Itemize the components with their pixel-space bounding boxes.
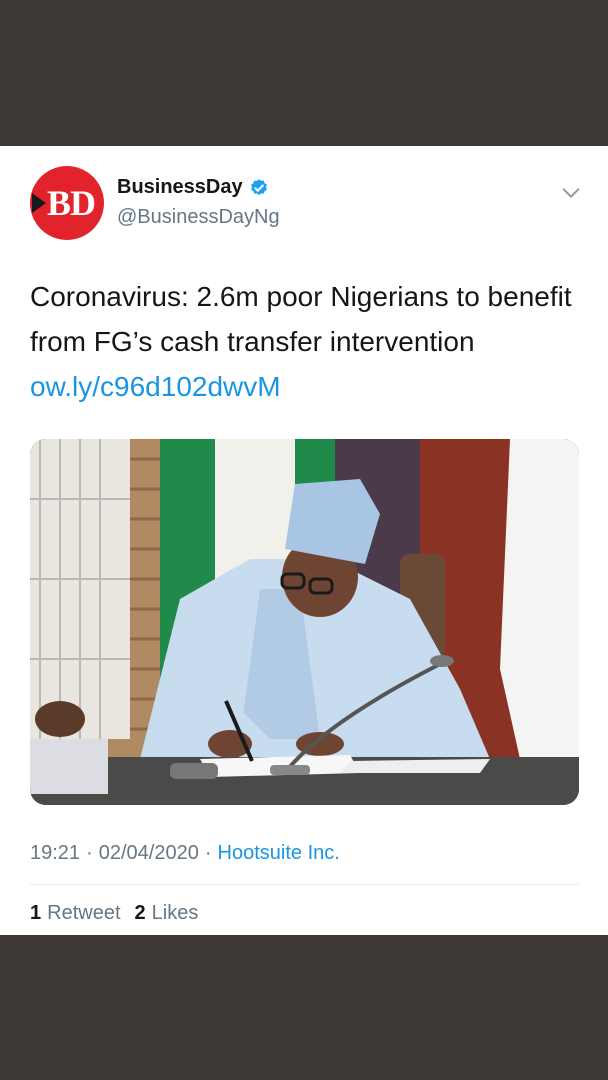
meta-separator: · [86, 842, 93, 864]
top-backdrop [0, 0, 608, 146]
meta-separator: · [204, 842, 212, 864]
tweet-date[interactable]: 02/04/2020 [99, 842, 199, 865]
verified-badge-icon [250, 178, 267, 195]
logo-triangle [32, 193, 46, 213]
photo-illustration [30, 439, 579, 805]
handle[interactable]: @BusinessDayNg [117, 206, 280, 229]
display-name[interactable]: BusinessDay [117, 176, 243, 199]
divider [30, 884, 579, 885]
like-count: 2 [134, 902, 146, 924]
tweet-link[interactable]: ow.ly/c96d102dwvM [30, 371, 281, 402]
tweet-meta: 19:21 · 02/04/2020 · Hootsuite Inc. [30, 842, 340, 865]
like-stat[interactable]: 2 Likes [135, 902, 199, 925]
retweet-stat[interactable]: 1 Retweet [30, 902, 121, 925]
tweet-stats: 1 Retweet 2 Likes [30, 902, 212, 925]
like-label: Likes [151, 902, 199, 924]
avatar[interactable]: BD [30, 166, 104, 240]
author-name-row[interactable]: BusinessDay [117, 176, 269, 199]
tweet-source[interactable]: Hootsuite Inc. [218, 842, 340, 865]
tweet-photo[interactable] [30, 439, 579, 805]
tweet-card: BD BusinessDay @BusinessDayNg Coronaviru… [0, 146, 608, 935]
retweet-label: Retweet [47, 902, 121, 924]
chevron-down-icon[interactable] [560, 182, 582, 204]
tweet-time[interactable]: 19:21 [30, 842, 80, 865]
retweet-count: 1 [30, 902, 42, 924]
tweet-body: Coronavirus: 2.6m poor Nigerians to bene… [30, 281, 572, 357]
bottom-backdrop [0, 935, 608, 1080]
tweet-text: Coronavirus: 2.6m poor Nigerians to bene… [30, 274, 580, 409]
avatar-logo-text: BD [46, 183, 96, 223]
